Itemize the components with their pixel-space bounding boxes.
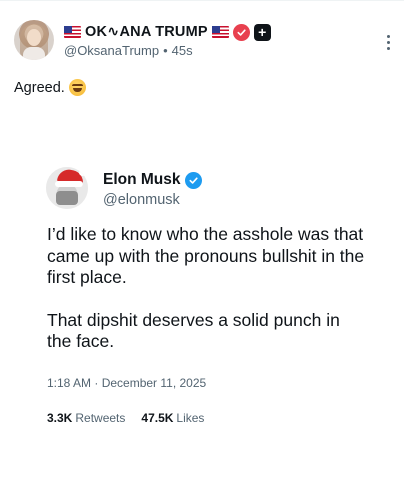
post-text: Agreed. <box>14 79 86 96</box>
quoted-author-handle: @elonmusk <box>103 192 180 208</box>
quoted-timestamp: 1:18 AM · December 11, 2025 <box>47 376 207 390</box>
retweets-stat: 3.3K Retweets <box>47 411 125 425</box>
likes-label: Likes <box>176 411 205 425</box>
quoted-author-name: Elon Musk <box>103 171 181 188</box>
post-text-content: Agreed. <box>14 79 65 96</box>
author-display-name[interactable]: OK∿ANA TRUMP <box>85 24 208 40</box>
retweets-count: 3.3K <box>47 411 73 425</box>
author-meta: @OksanaTrump • 45s <box>64 43 193 58</box>
laughing-emoji-icon <box>68 79 86 96</box>
us-flag-icon <box>211 26 229 38</box>
verified-icon <box>184 171 202 189</box>
quoted-paragraph-1: I’d like to know who the asshole was tha… <box>47 224 365 287</box>
top-divider <box>0 0 404 1</box>
verified-icon <box>232 23 250 41</box>
quoted-avatar <box>46 167 88 209</box>
post-header: OK∿ANA TRUMP + @OksanaTrump • 45s <box>14 20 390 64</box>
quoted-stats: 3.3K Retweets 47.5K Likes <box>47 411 204 425</box>
us-flag-icon <box>64 26 81 38</box>
author-name-row[interactable]: OK∿ANA TRUMP + <box>64 22 271 42</box>
avatar[interactable] <box>14 20 54 60</box>
more-vertical-icon[interactable] <box>378 32 398 52</box>
quoted-paragraph-2: That dipshit deserves a solid punch in t… <box>47 309 340 352</box>
author-handle[interactable]: @OksanaTrump <box>64 43 159 58</box>
retweets-label: Retweets <box>75 411 126 425</box>
post-time[interactable]: 45s <box>172 43 193 58</box>
quoted-name-row: Elon Musk <box>103 171 202 189</box>
meta-separator: • <box>163 43 168 58</box>
likes-stat: 47.5K Likes <box>141 411 204 425</box>
likes-count: 47.5K <box>141 411 174 425</box>
plus-icon: + <box>253 23 271 41</box>
embedded-tweet-image[interactable]: Elon Musk @elonmusk I’d like to know who… <box>0 140 404 500</box>
quoted-text: I’d like to know who the asshole was tha… <box>47 224 367 353</box>
